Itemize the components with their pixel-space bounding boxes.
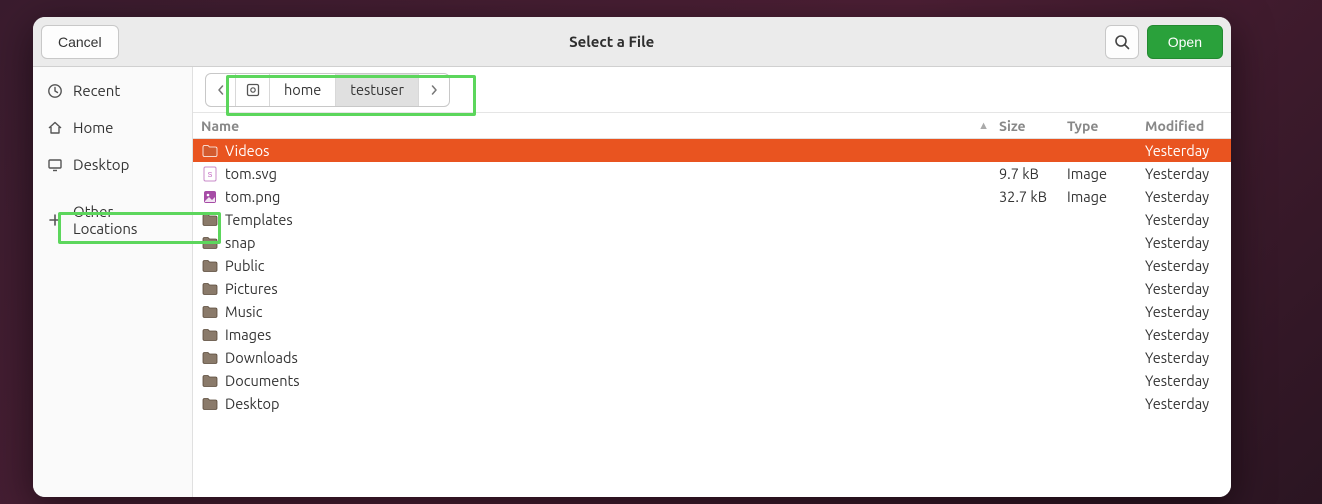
- file-modified: Yesterday: [1145, 234, 1221, 251]
- sidebar-item-desktop[interactable]: Desktop: [33, 147, 192, 182]
- search-button[interactable]: [1105, 25, 1139, 59]
- column-header-size[interactable]: Size: [999, 118, 1067, 134]
- file-row[interactable]: Downloads Yesterday: [193, 346, 1231, 369]
- desktop-icon: [47, 157, 63, 173]
- file-modified: Yesterday: [1145, 280, 1221, 297]
- file-size: 9.7 kB: [999, 165, 1067, 182]
- folder-icon: [201, 143, 219, 159]
- folder-icon: [201, 327, 219, 343]
- file-name: tom.png: [225, 188, 999, 205]
- sidebar-item-home[interactable]: Home: [33, 110, 192, 145]
- file-type: Image: [1067, 165, 1145, 182]
- file-row[interactable]: Desktop Yesterday: [193, 392, 1231, 415]
- folder-icon: [201, 258, 219, 274]
- sidebar-item-label: Desktop: [73, 156, 129, 173]
- folder-icon: [201, 235, 219, 251]
- file-row[interactable]: snap Yesterday: [193, 231, 1231, 254]
- column-headers: Name ▲ Size Type Modified: [193, 113, 1231, 139]
- titlebar: Cancel Select a File Open: [33, 17, 1231, 67]
- folder-icon: [201, 350, 219, 366]
- file-name: tom.svg: [225, 165, 999, 182]
- file-modified: Yesterday: [1145, 326, 1221, 343]
- file-type: Image: [1067, 188, 1145, 205]
- file-name: Documents: [225, 372, 999, 389]
- breadcrumb-forward-button[interactable]: [419, 74, 449, 106]
- file-modified: Yesterday: [1145, 142, 1221, 159]
- chevron-left-icon: [216, 85, 226, 95]
- file-name: Pictures: [225, 280, 999, 297]
- file-name: Images: [225, 326, 999, 343]
- sidebar: Recent Home Desktop Other Locations: [33, 67, 193, 497]
- file-name: snap: [225, 234, 999, 251]
- image-file-icon: S: [201, 166, 219, 182]
- breadcrumb-segment-home[interactable]: home: [270, 74, 336, 106]
- cancel-button[interactable]: Cancel: [41, 25, 119, 59]
- folder-icon: [201, 212, 219, 228]
- file-modified: Yesterday: [1145, 349, 1221, 366]
- disk-icon: [246, 83, 260, 97]
- folder-icon: [201, 373, 219, 389]
- file-row[interactable]: Public Yesterday: [193, 254, 1231, 277]
- column-header-name[interactable]: Name ▲: [193, 118, 999, 134]
- file-row[interactable]: Pictures Yesterday: [193, 277, 1231, 300]
- file-row[interactable]: Images Yesterday: [193, 323, 1231, 346]
- image-file-icon: [201, 189, 219, 205]
- file-modified: Yesterday: [1145, 257, 1221, 274]
- file-row[interactable]: Stom.svg9.7 kBImageYesterday: [193, 162, 1231, 185]
- home-icon: [47, 120, 63, 136]
- file-modified: Yesterday: [1145, 188, 1221, 205]
- chevron-right-icon: [429, 85, 439, 95]
- column-header-modified[interactable]: Modified: [1145, 118, 1221, 134]
- breadcrumb-root-button[interactable]: [236, 74, 270, 106]
- file-name: Downloads: [225, 349, 999, 366]
- file-row[interactable]: Templates Yesterday: [193, 208, 1231, 231]
- svg-text:S: S: [208, 172, 213, 179]
- clock-icon: [47, 83, 63, 99]
- sidebar-item-label: Home: [73, 119, 113, 136]
- breadcrumb-segment-testuser[interactable]: testuser: [336, 74, 419, 106]
- file-modified: Yesterday: [1145, 303, 1221, 320]
- file-row[interactable]: tom.png32.7 kBImageYesterday: [193, 185, 1231, 208]
- file-name: Music: [225, 303, 999, 320]
- file-modified: Yesterday: [1145, 165, 1221, 182]
- breadcrumb-back-button[interactable]: [206, 74, 236, 106]
- file-row[interactable]: Music Yesterday: [193, 300, 1231, 323]
- sidebar-item-recent[interactable]: Recent: [33, 73, 192, 108]
- file-name: Desktop: [225, 395, 999, 412]
- file-chooser-dialog: Cancel Select a File Open Recent Home Desk…: [33, 17, 1231, 497]
- breadcrumb: hometestuser: [205, 73, 450, 107]
- file-name: Videos: [225, 142, 999, 159]
- file-size: 32.7 kB: [999, 188, 1067, 205]
- sidebar-item-other-locations[interactable]: Other Locations: [33, 194, 192, 246]
- sidebar-item-label: Recent: [73, 82, 120, 99]
- sidebar-item-label: Other Locations: [73, 203, 178, 237]
- dialog-title: Select a File: [119, 33, 1105, 50]
- column-header-type[interactable]: Type: [1067, 118, 1145, 134]
- file-modified: Yesterday: [1145, 395, 1221, 412]
- file-name: Templates: [225, 211, 999, 228]
- search-icon: [1114, 34, 1130, 50]
- open-button[interactable]: Open: [1147, 25, 1223, 59]
- plus-icon: [47, 212, 63, 228]
- sort-ascending-icon: ▲: [978, 120, 989, 132]
- file-modified: Yesterday: [1145, 211, 1221, 228]
- folder-icon: [201, 396, 219, 412]
- folder-icon: [201, 304, 219, 320]
- path-bar: hometestuser: [193, 67, 1231, 113]
- file-row[interactable]: Videos Yesterday: [193, 139, 1231, 162]
- main-panel: hometestuser Name ▲ Size Type Modified V…: [193, 67, 1231, 497]
- file-row[interactable]: Documents Yesterday: [193, 369, 1231, 392]
- file-list[interactable]: VideosYesterdayStom.svg9.7 kBImageYester…: [193, 139, 1231, 497]
- folder-icon: [201, 281, 219, 297]
- file-name: Public: [225, 257, 999, 274]
- file-modified: Yesterday: [1145, 372, 1221, 389]
